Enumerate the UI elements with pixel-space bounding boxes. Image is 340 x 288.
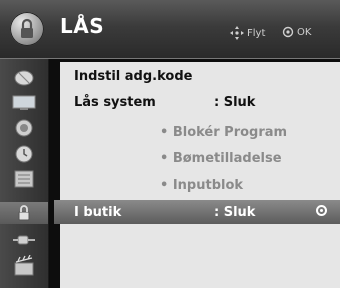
sidebar bbox=[0, 59, 49, 288]
menu-item-label: • Blokér Program bbox=[160, 124, 288, 140]
settings-panel-icon bbox=[14, 170, 34, 188]
lock-icon bbox=[18, 205, 30, 221]
menu-item-value: : Sluk bbox=[214, 204, 256, 220]
lock-icon bbox=[10, 12, 44, 46]
sidebar-item-media[interactable] bbox=[4, 255, 44, 277]
menu-item-label: Lås system bbox=[74, 94, 156, 110]
sidebar-item-time[interactable] bbox=[4, 143, 44, 165]
menu-item-label: • Bømetilladelse bbox=[160, 150, 282, 166]
menu-item-label: • Inputblok bbox=[160, 177, 244, 193]
sidebar-item-input[interactable] bbox=[4, 229, 44, 251]
sidebar-item-picture[interactable] bbox=[4, 92, 44, 114]
clock-icon bbox=[15, 145, 33, 163]
navigation-arrows-icon bbox=[230, 26, 244, 40]
sidebar-item-lock[interactable] bbox=[0, 202, 48, 224]
media-icon bbox=[14, 255, 34, 276]
monitor-icon bbox=[12, 95, 36, 110]
menu-item-parental-guidance: • Bømetilladelse bbox=[60, 146, 340, 170]
lock-settings-panel: Indstil adg.kode Lås system : Sluk • Blo… bbox=[54, 62, 340, 288]
satellite-dish-icon bbox=[14, 70, 34, 86]
sidebar-item-audio[interactable] bbox=[4, 117, 44, 139]
menu-item-value: : Sluk bbox=[214, 94, 256, 110]
lock-menu-screen: LÅS Flyt OK Indstil adg.kode Lås system … bbox=[0, 0, 340, 288]
menu-item-label: Indstil adg.kode bbox=[74, 68, 193, 84]
menu-item-label: I butik bbox=[74, 204, 122, 220]
move-hint: Flyt bbox=[230, 26, 265, 40]
sidebar-item-setup[interactable] bbox=[4, 67, 44, 89]
input-plug-icon bbox=[13, 235, 35, 245]
page-title: LÅS bbox=[60, 14, 105, 38]
ok-button-icon[interactable] bbox=[316, 205, 327, 216]
menu-item-store-mode[interactable]: I butik : Sluk bbox=[54, 200, 340, 224]
move-hint-label: Flyt bbox=[247, 27, 266, 39]
header-bar: LÅS Flyt OK bbox=[0, 0, 340, 59]
menu-item-lock-system[interactable]: Lås system : Sluk bbox=[60, 90, 340, 114]
menu-item-block-program: • Blokér Program bbox=[60, 120, 340, 144]
ok-hint: OK bbox=[282, 26, 311, 38]
ok-hint-label: OK bbox=[297, 26, 312, 38]
speaker-icon bbox=[15, 119, 33, 137]
ok-button-icon bbox=[282, 26, 294, 38]
menu-item-input-block: • Inputblok bbox=[60, 173, 340, 197]
menu-item-set-password[interactable]: Indstil adg.kode bbox=[60, 64, 340, 88]
sidebar-item-option[interactable] bbox=[4, 168, 44, 190]
